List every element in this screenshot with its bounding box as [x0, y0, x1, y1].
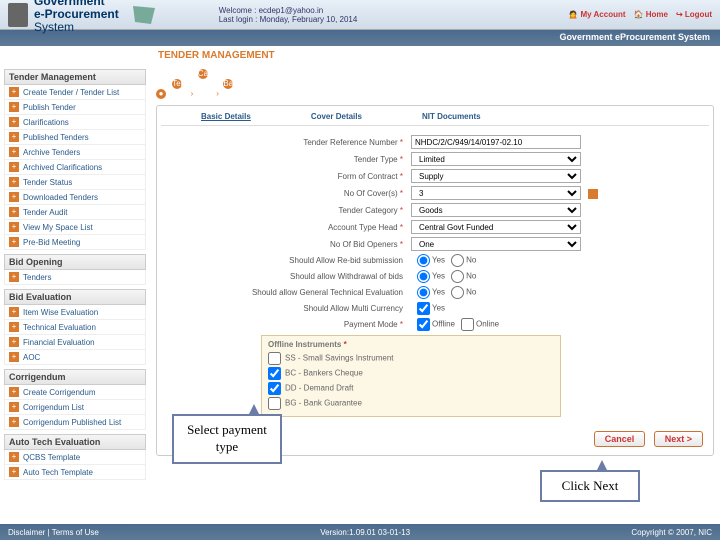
next-button[interactable]: Next > [654, 431, 703, 447]
expand-icon: + [9, 132, 19, 142]
brand: Government e-Procurement System [34, 0, 119, 34]
sidebar-item[interactable]: +Technical Evaluation [4, 320, 146, 335]
sidebar-item[interactable]: +Downloaded Tenders [4, 190, 146, 205]
cancel-button[interactable]: Cancel [594, 431, 646, 447]
sidebar-item[interactable]: +Pre-Bid Meeting [4, 235, 146, 250]
covers-select[interactable]: 3 [411, 186, 581, 200]
tab-cover-details[interactable]: Cover Details [311, 112, 362, 121]
sidebar-item[interactable]: +Publish Tender [4, 100, 146, 115]
offline-instruments: Offline Instruments * SS - Small Savings… [261, 335, 561, 417]
sidebar: Tender Management+Create Tender / Tender… [0, 65, 150, 480]
expand-icon: + [9, 467, 19, 477]
expand-icon: + [9, 117, 19, 127]
sidebar-item[interactable]: +Create Corrigendum [4, 385, 146, 400]
app-header: Government e-Procurement System Welcome … [0, 0, 720, 30]
expand-icon: + [9, 102, 19, 112]
sidebar-item[interactable]: +AOC [4, 350, 146, 365]
opt-bc[interactable] [268, 367, 281, 380]
expand-icon: + [9, 402, 19, 412]
sidebar-item[interactable]: +Clarifications [4, 115, 146, 130]
sidebar-item[interactable]: +Tender Audit [4, 205, 146, 220]
calendar-icon[interactable] [588, 189, 598, 199]
tender-type-select[interactable]: Limited [411, 152, 581, 166]
expand-icon: + [9, 162, 19, 172]
category-select[interactable]: Goods [411, 203, 581, 217]
opt-ss[interactable] [268, 352, 281, 365]
emblem-icon [8, 3, 28, 27]
form: Tender Reference Number * Tender Type *L… [161, 126, 709, 423]
expand-icon: + [9, 452, 19, 462]
logout-link[interactable]: ↪ Logout [676, 10, 712, 19]
sidebar-group: Corrigendum [4, 369, 146, 385]
map-icon [129, 2, 159, 28]
sidebar-item[interactable]: +QCBS Template [4, 450, 146, 465]
sidebar-item[interactable]: +View My Space List [4, 220, 146, 235]
expand-icon: + [9, 337, 19, 347]
sidebar-group: Tender Management [4, 69, 146, 85]
expand-icon: + [9, 207, 19, 217]
opt-bg[interactable] [268, 397, 281, 410]
expand-icon: + [9, 177, 19, 187]
sidebar-item[interactable]: +Create Tender / Tender List [4, 85, 146, 100]
multicur-yes[interactable] [417, 302, 430, 315]
sidebar-item[interactable]: +Corrigendum List [4, 400, 146, 415]
expand-icon: + [9, 237, 19, 247]
expand-icon: + [9, 322, 19, 332]
genteval-yes[interactable] [417, 286, 430, 299]
sidebar-item[interactable]: +Corrigendum Published List [4, 415, 146, 430]
expand-icon: + [9, 272, 19, 282]
expand-icon: + [9, 147, 19, 157]
tab-nit-documents[interactable]: NIT Documents [422, 112, 481, 121]
withdraw-yes[interactable] [417, 270, 430, 283]
expand-icon: + [9, 352, 19, 362]
expand-icon: + [9, 222, 19, 232]
sidebar-item[interactable]: +Archive Tenders [4, 145, 146, 160]
pmode-online[interactable] [461, 318, 474, 331]
resub-no[interactable] [451, 254, 464, 267]
expand-icon: + [9, 417, 19, 427]
sidebar-item[interactable]: +Tenders [4, 270, 146, 285]
bid-openers-select[interactable]: One [411, 237, 581, 251]
expand-icon: + [9, 307, 19, 317]
top-links: 🙍 My Account 🏠 Home ↪ Logout [568, 10, 712, 19]
sidebar-item[interactable]: +Tender Status [4, 175, 146, 190]
bullet-icon: ● [156, 89, 166, 99]
callout-next: Click Next [540, 470, 640, 502]
callout-payment: Select payment type [172, 414, 282, 464]
contract-select[interactable]: Supply [411, 169, 581, 183]
expand-icon: + [9, 387, 19, 397]
sidebar-item[interactable]: +Published Tenders [4, 130, 146, 145]
home-link[interactable]: 🏠 Home [634, 10, 668, 19]
sidebar-item[interactable]: +Item Wise Evaluation [4, 305, 146, 320]
sidebar-group: Bid Evaluation [4, 289, 146, 305]
sidebar-item[interactable]: +Financial Evaluation [4, 335, 146, 350]
sidebar-item[interactable]: +Auto Tech Template [4, 465, 146, 480]
sidebar-group: Bid Opening [4, 254, 146, 270]
withdraw-no[interactable] [451, 270, 464, 283]
sidebar-group: Auto Tech Evaluation [4, 434, 146, 450]
pmode-offline[interactable] [417, 318, 430, 331]
breadcrumb: ● Tender List › Call For Tender › Basic … [156, 67, 714, 105]
welcome-block: Welcome : ecdep1@yahoo.in Last login : M… [219, 6, 358, 24]
footer: Disclaimer | Terms of Use Version:1.09.0… [0, 524, 720, 540]
tab-basic-details[interactable]: Basic Details [201, 112, 251, 121]
account-head-select[interactable]: Central Govt Funded [411, 220, 581, 234]
my-account-link[interactable]: 🙍 My Account [568, 10, 625, 19]
opt-dd[interactable] [268, 382, 281, 395]
genteval-no[interactable] [451, 286, 464, 299]
expand-icon: + [9, 87, 19, 97]
tabs: Basic Details Cover Details NIT Document… [161, 110, 709, 126]
sidebar-item[interactable]: +Archived Clarifications [4, 160, 146, 175]
ref-number-input[interactable] [411, 135, 581, 149]
expand-icon: + [9, 192, 19, 202]
resub-yes[interactable] [417, 254, 430, 267]
page-title: TENDER MANAGEMENT [0, 46, 720, 65]
